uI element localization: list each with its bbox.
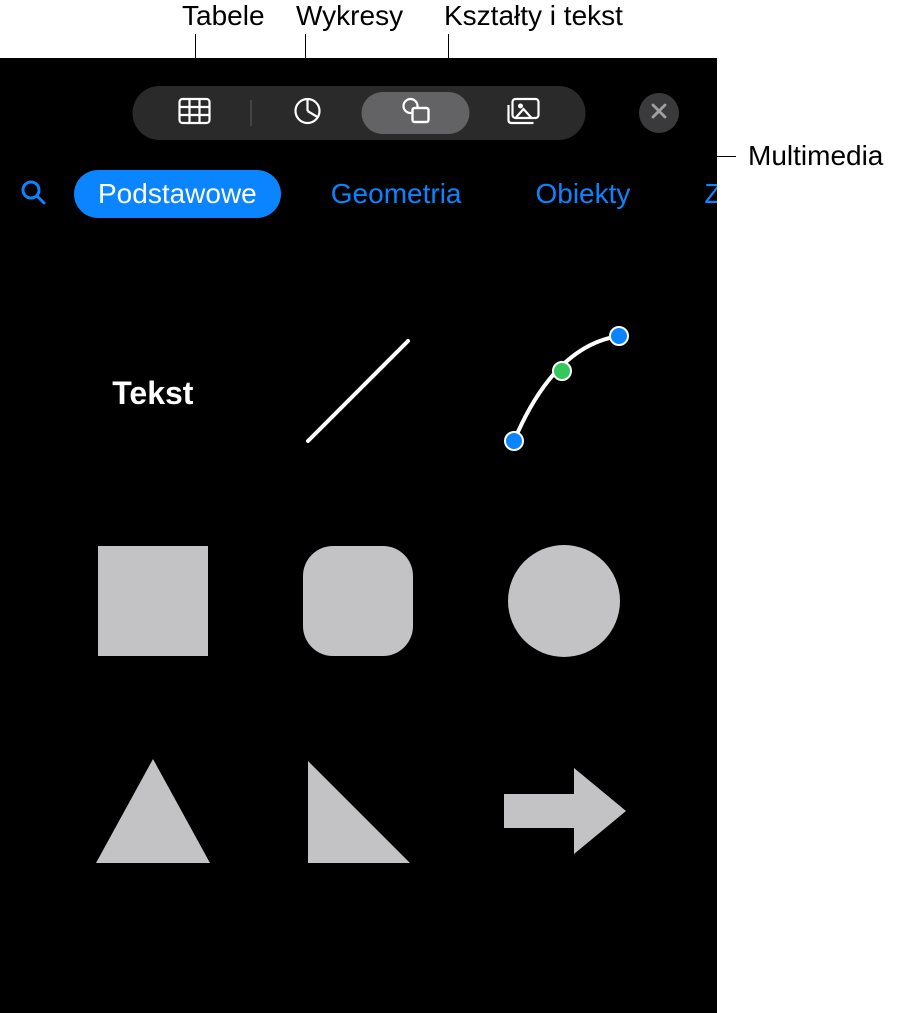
shape-curve[interactable] bbox=[489, 318, 639, 468]
shapes-button[interactable] bbox=[361, 92, 469, 134]
shape-rounded-square[interactable] bbox=[283, 528, 433, 678]
shape-arrow-right[interactable] bbox=[489, 738, 639, 888]
shape-triangle[interactable] bbox=[78, 738, 228, 888]
close-button[interactable] bbox=[639, 93, 679, 133]
table-icon bbox=[177, 97, 211, 130]
search-button[interactable] bbox=[18, 179, 48, 209]
shape-text[interactable]: Tekst bbox=[78, 318, 228, 468]
callout-charts-label: Wykresy bbox=[296, 0, 403, 32]
charts-button[interactable] bbox=[253, 92, 361, 134]
category-animals[interactable]: Zwierz bbox=[680, 170, 717, 218]
insert-toolbar bbox=[132, 86, 585, 140]
shapes-icon bbox=[398, 96, 432, 131]
insert-panel: Podstawowe Geometria Obiekty Zwierz Teks… bbox=[0, 58, 717, 1013]
category-basic[interactable]: Podstawowe bbox=[74, 170, 281, 218]
callout-shapes-text-label: Kształty i tekst bbox=[444, 0, 623, 32]
line-icon bbox=[293, 326, 423, 461]
tables-button[interactable] bbox=[140, 92, 248, 134]
media-button[interactable] bbox=[469, 92, 577, 134]
category-objects[interactable]: Obiekty bbox=[511, 170, 654, 218]
shape-right-triangle[interactable] bbox=[283, 738, 433, 888]
toolbar-divider bbox=[250, 100, 251, 126]
pie-chart-icon bbox=[292, 96, 322, 131]
shape-line[interactable] bbox=[283, 318, 433, 468]
square-icon bbox=[93, 541, 213, 666]
text-shape-label: Tekst bbox=[112, 375, 193, 412]
photo-icon bbox=[505, 96, 541, 131]
callout-tables-label: Tabele bbox=[182, 0, 265, 32]
shape-circle[interactable] bbox=[489, 528, 639, 678]
shapes-grid: Tekst bbox=[50, 288, 667, 918]
close-icon bbox=[650, 102, 668, 125]
circle-icon bbox=[504, 541, 624, 666]
search-icon bbox=[19, 178, 47, 211]
triangle-icon bbox=[88, 751, 218, 876]
category-geometry[interactable]: Geometria bbox=[307, 170, 486, 218]
arrow-right-icon bbox=[494, 756, 634, 871]
callout-media-label: Multimedia bbox=[748, 140, 883, 172]
shape-square[interactable] bbox=[78, 528, 228, 678]
rounded-square-icon bbox=[298, 541, 418, 666]
curve-icon bbox=[494, 321, 634, 466]
category-row: Podstawowe Geometria Obiekty Zwierz bbox=[0, 170, 717, 218]
right-triangle-icon bbox=[298, 751, 418, 876]
